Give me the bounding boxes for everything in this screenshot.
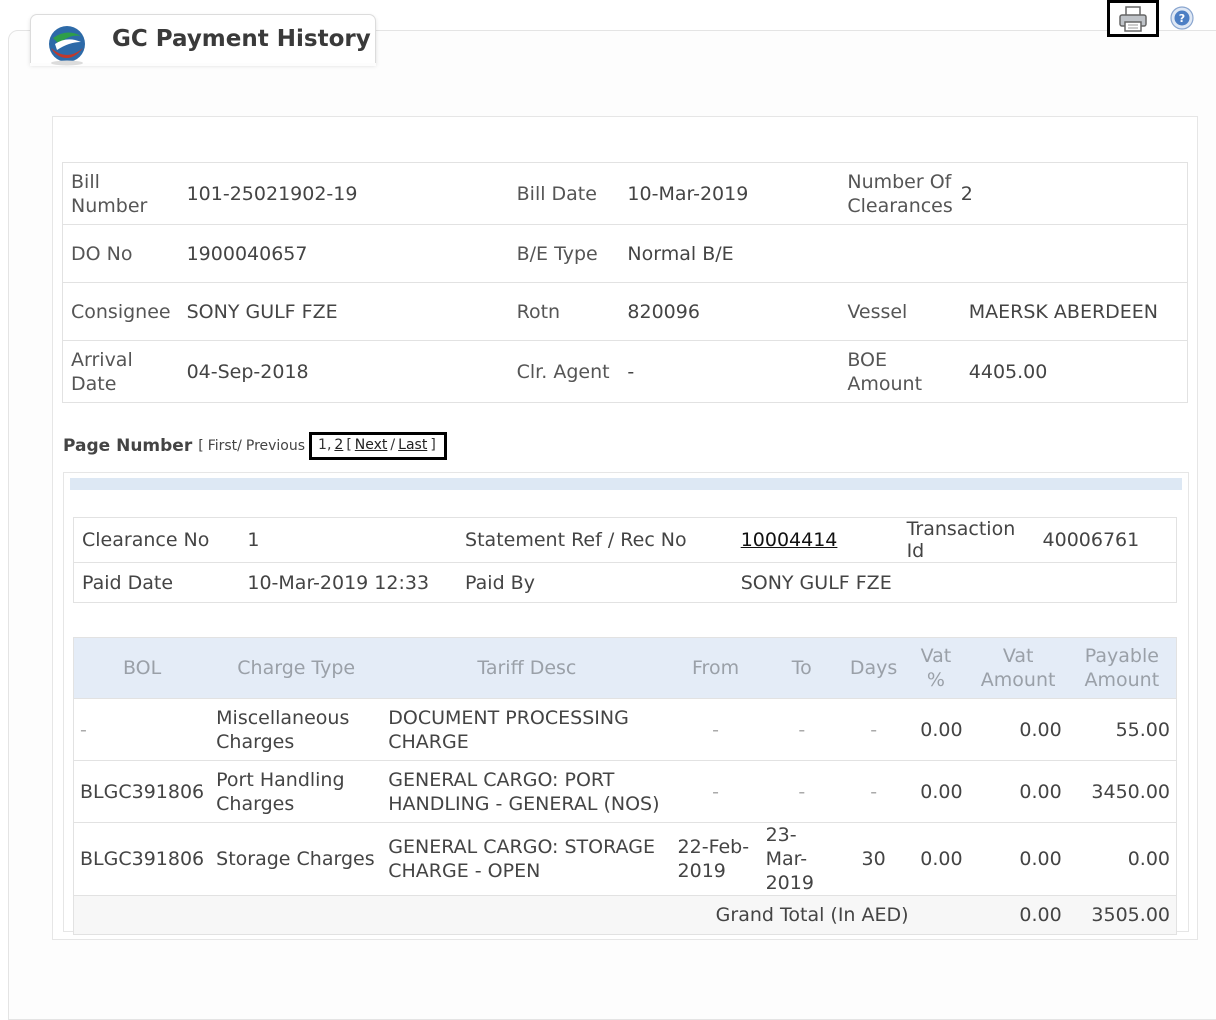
col-header-tariff-desc: Tariff Desc (382, 637, 672, 699)
be-type-value: Normal B/E (619, 224, 840, 283)
cell-to: 23-Mar-2019 (759, 822, 844, 896)
col-header-payable-amount: Payable Amount (1067, 637, 1177, 699)
statement-ref-label: Statement Ref / Rec No (465, 529, 687, 551)
clr-agent-value: - (619, 340, 840, 403)
be-type-label: B/E Type (508, 224, 620, 283)
bill-number-value: 101-25021902-19 (186, 182, 358, 205)
help-icon[interactable]: ? (1170, 6, 1194, 30)
col-header-bol: BOL (73, 637, 211, 699)
cell-days: - (843, 760, 904, 823)
cell-tariff-desc: GENERAL CARGO: STORAGE CHARGE - OPEN (382, 822, 672, 896)
pager-last-link[interactable]: Last (398, 437, 427, 453)
printer-icon (1119, 5, 1147, 32)
transaction-id-value: 40006761 (1042, 529, 1140, 551)
clearance-no-value: 1 (247, 529, 260, 551)
grand-total-row: Grand Total (In AED) 0.00 3505.00 (73, 895, 1177, 935)
cell-vat-pct: 0.00 (903, 698, 969, 761)
svg-text:?: ? (1179, 12, 1185, 25)
clearance-no-label: Clearance No (82, 529, 210, 551)
bill-date-value: 10-Mar-2019 (627, 182, 749, 205)
dubai-trade-logo-icon (49, 26, 85, 66)
grand-total-label: Grand Total (In AED) (73, 895, 969, 935)
cell-vat-amount: 0.00 (968, 760, 1068, 823)
pager-page-2-link[interactable]: 2 (334, 437, 343, 453)
do-no-value: 1900040657 (178, 224, 509, 283)
pager-next-link[interactable]: Next (355, 437, 388, 453)
col-header-vat-amount: Vat Amount (968, 637, 1068, 699)
boe-amount-label: BOE Amount (839, 340, 961, 403)
cell-tariff-desc: DOCUMENT PROCESSING CHARGE (382, 698, 672, 761)
pager-bracket-open-2: [ (346, 437, 352, 453)
pagination: Page Number [ First/ Previous 1, 2 [ Nex… (63, 432, 447, 460)
cell-vat-amount: 0.00 (968, 822, 1068, 896)
cell-payable-amount: 3450.00 (1067, 760, 1177, 823)
do-no-label: DO No (62, 224, 179, 283)
charges-table: BOL Charge Type Tariff Desc From To Days… (73, 637, 1177, 935)
bill-number-label: Bill Number (71, 170, 148, 217)
cell-charge-type: Miscellaneous Charges (210, 698, 383, 761)
cell-from: - (671, 760, 760, 823)
cell-from: - (671, 698, 760, 761)
pager-slash: / (390, 437, 396, 453)
clearance-header-bar (70, 478, 1182, 490)
cell-from: 22-Feb-2019 (671, 822, 760, 896)
transaction-id-label: Transaction Id (906, 518, 1016, 562)
cell-tariff-desc: GENERAL CARGO: PORT HANDLING - GENERAL (… (382, 760, 672, 823)
pager-previous: Previous (245, 438, 306, 454)
paid-by-value: SONY GULF FZE (732, 562, 1177, 603)
num-clearances-value: 2 (960, 182, 973, 205)
rotn-label: Rotn (508, 282, 620, 341)
boe-amount-value: 4405.00 (960, 340, 1188, 403)
bill-date-label: Bill Date (516, 182, 597, 205)
cell-vat-amount: 0.00 (968, 698, 1068, 761)
cell-to: - (759, 760, 844, 823)
col-header-charge-type: Charge Type (210, 637, 383, 699)
pager-nav-box: 1, 2 [ Next / Last ] (309, 432, 447, 460)
cell-bol: BLGC391806 (73, 822, 211, 896)
grand-total-payable: 3505.00 (1067, 895, 1177, 935)
pager-first: First/ (207, 438, 242, 454)
clr-agent-label: Clr. Agent (508, 340, 620, 403)
num-clearances-label: Number Of Clearances (847, 170, 953, 217)
cell-days: 30 (843, 822, 904, 896)
cell-vat-pct: 0.00 (903, 760, 969, 823)
clearance-info-table: Clearance No 1 Statement Ref / Rec No 10… (73, 517, 1177, 603)
paid-date-label: Paid Date (73, 562, 240, 603)
cell-payable-amount: 55.00 (1067, 698, 1177, 761)
cell-bol: BLGC391806 (73, 760, 211, 823)
consignee-value: SONY GULF FZE (178, 282, 509, 341)
print-button[interactable] (1107, 0, 1159, 37)
cell-vat-pct: 0.00 (903, 822, 969, 896)
cell-payable-amount: 0.00 (1067, 822, 1177, 896)
cell-bol: - (73, 698, 211, 761)
table-row: BLGC391806 Port Handling Charges GENERAL… (73, 760, 1177, 823)
col-header-to: To (759, 637, 844, 699)
pager-page-1: 1, (318, 437, 332, 453)
col-header-vat-pct: Vat % (903, 637, 969, 699)
statement-ref-link[interactable]: 10004414 (741, 529, 838, 551)
arrival-date-value: 04-Sep-2018 (178, 340, 509, 403)
page-title: GC Payment History (112, 26, 371, 52)
paid-by-label: Paid By (457, 562, 733, 603)
pager-bracket-open: [ (198, 438, 204, 454)
table-row: BLGC391806 Storage Charges GENERAL CARGO… (73, 822, 1177, 896)
vessel-value: MAERSK ABERDEEN (960, 282, 1188, 341)
cell-days: - (843, 698, 904, 761)
arrival-date-label: Arrival Date (62, 340, 179, 403)
table-row: - Miscellaneous Charges DOCUMENT PROCESS… (73, 698, 1177, 761)
bill-info-table: Bill Number 101-25021902-19 Bill Date 10… (62, 162, 1188, 403)
col-header-days: Days (843, 637, 904, 699)
cell-charge-type: Port Handling Charges (210, 760, 383, 823)
consignee-label: Consignee (62, 282, 179, 341)
page-number-label: Page Number (63, 436, 193, 456)
vessel-label: Vessel (839, 282, 961, 341)
cell-charge-type: Storage Charges (210, 822, 383, 896)
rotn-value: 820096 (619, 282, 840, 341)
col-header-from: From (671, 637, 760, 699)
grand-total-vat: 0.00 (968, 895, 1068, 935)
paid-date-value: 10-Mar-2019 12:33 (239, 562, 458, 603)
pager-bracket-close: ] (430, 437, 436, 453)
cell-to: - (759, 698, 844, 761)
